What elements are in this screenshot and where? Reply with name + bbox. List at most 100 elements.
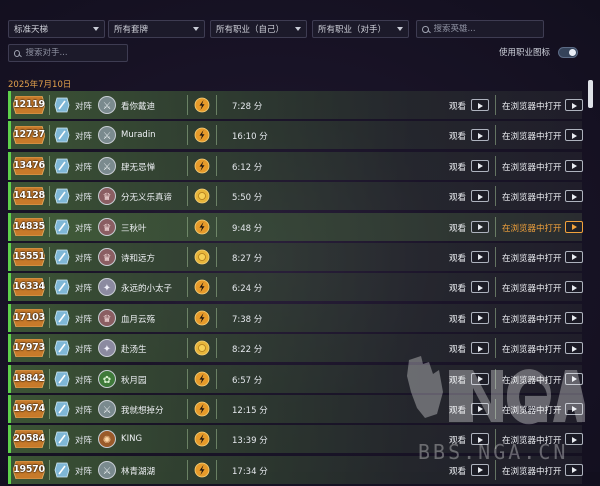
watch-label[interactable]: 观看 <box>449 282 466 294</box>
watch-play-button[interactable] <box>471 311 489 324</box>
divider <box>187 338 188 359</box>
open-in-browser-button[interactable] <box>565 190 583 203</box>
opponent-name[interactable]: 我就想掉分 <box>121 404 164 416</box>
opponent-name[interactable]: 肆无忌惮 <box>121 161 155 173</box>
opponent-name[interactable]: 永远的小太子 <box>121 282 172 294</box>
match-row[interactable]: 16334 对阵 ✦ 永远的小太子 6:24 分 观看 在浏览器中打开 <box>8 273 583 302</box>
open-in-browser-button[interactable] <box>565 463 583 476</box>
opponent-name[interactable]: 林青湖湖 <box>121 465 155 477</box>
match-row[interactable]: 12737 对阵 ⚔ Muradin 16:10 分 观看 在浏览器中打开 <box>8 121 583 150</box>
watch-label[interactable]: 观看 <box>449 404 466 416</box>
warrior-icon: ♛ <box>98 308 116 327</box>
opponent-name[interactable]: 分无义乐真谛 <box>121 191 172 203</box>
scrollbar[interactable] <box>588 78 594 472</box>
open-in-browser-label[interactable]: 在浏览器中打开 <box>502 374 562 386</box>
open-in-browser-button[interactable] <box>565 220 583 233</box>
watch-play-button[interactable] <box>471 99 489 111</box>
open-in-browser-label[interactable]: 在浏览器中打开 <box>502 313 562 325</box>
watch-play-button[interactable] <box>471 463 489 476</box>
open-in-browser-button[interactable] <box>565 311 583 324</box>
divider <box>187 186 188 207</box>
open-in-browser-label[interactable]: 在浏览器中打开 <box>502 161 562 173</box>
mode-dropdown[interactable]: 标准天梯 <box>8 20 105 38</box>
open-in-browser-button[interactable] <box>565 129 583 142</box>
watch-label[interactable]: 观看 <box>449 161 466 173</box>
win-icon <box>194 127 210 143</box>
watch-label[interactable]: 观看 <box>449 465 466 477</box>
opponent-name[interactable]: 血月云殇 <box>121 313 155 325</box>
open-in-browser-label[interactable]: 在浏览器中打开 <box>502 282 562 294</box>
svg-text:♛: ♛ <box>103 223 112 234</box>
opponent-name[interactable]: Muradin <box>121 130 156 140</box>
match-row[interactable]: 14128 对阵 ♛ 分无义乐真谛 5:50 分 观看 在浏览器中打开 <box>8 182 583 211</box>
watch-play-button[interactable] <box>471 129 489 142</box>
divider <box>49 307 50 328</box>
mage-icon: ✺ <box>98 430 116 449</box>
scroll-thumb[interactable] <box>588 80 593 108</box>
watch-play-button[interactable] <box>471 250 489 263</box>
open-in-browser-button[interactable] <box>565 402 583 415</box>
deck-dropdown[interactable]: 所有套牌 <box>108 20 205 38</box>
opponent-name[interactable]: 赴汤生 <box>121 343 147 355</box>
open-in-browser-label[interactable]: 在浏览器中打开 <box>502 343 562 355</box>
watch-play-button[interactable] <box>471 402 489 415</box>
match-row[interactable]: 14835 对阵 ♛ 三秋叶 9:48 分 观看 在浏览器中打开 <box>8 212 583 241</box>
opponent-search-input[interactable] <box>25 48 122 58</box>
open-in-browser-button[interactable] <box>565 159 583 172</box>
opponent-search[interactable] <box>8 44 128 62</box>
watch-play-button[interactable] <box>471 372 489 385</box>
match-row[interactable]: 19674 对阵 ⚔ 我就想掉分 12:15 分 观看 在浏览器中打开 <box>8 394 583 423</box>
watch-play-button[interactable] <box>471 159 489 172</box>
watch-label[interactable]: 观看 <box>449 252 466 264</box>
watch-label[interactable]: 观看 <box>449 343 466 355</box>
watch-play-button[interactable] <box>471 281 489 294</box>
opponent-name[interactable]: 秋月园 <box>121 374 147 386</box>
open-in-browser-label[interactable]: 在浏览器中打开 <box>502 191 562 203</box>
hero-search[interactable] <box>416 20 544 38</box>
watch-play-button[interactable] <box>471 342 489 355</box>
my-class-dropdown[interactable]: 所有职业（自己） <box>210 20 307 38</box>
match-row[interactable]: 13476 对阵 ⚔ 肆无忌惮 6:12 分 观看 在浏览器中打开 <box>8 151 583 180</box>
divider <box>187 368 188 389</box>
match-row[interactable]: 12119 对阵 ⚔ 看你戴迪 7:28 分 观看 在浏览器中打开 <box>8 91 583 119</box>
divider <box>216 307 217 328</box>
open-in-browser-label[interactable]: 在浏览器中打开 <box>502 100 562 112</box>
divider <box>187 155 188 176</box>
open-in-browser-button[interactable] <box>565 281 583 294</box>
watch-play-button[interactable] <box>471 190 489 203</box>
watch-label[interactable]: 观看 <box>449 374 466 386</box>
match-row[interactable]: 17973 对阵 ✦ 赴汤生 8:22 分 观看 在浏览器中打开 <box>8 334 583 363</box>
opp-class-dropdown[interactable]: 所有职业（对手） <box>312 20 409 38</box>
opponent-name[interactable]: 看你戴迪 <box>121 100 155 112</box>
svg-text:✦: ✦ <box>103 344 111 355</box>
match-row[interactable]: 18842 对阵 ✿ 秋月园 6:57 分 观看 在浏览器中打开 <box>8 364 583 393</box>
open-in-browser-label[interactable]: 在浏览器中打开 <box>502 130 562 142</box>
opponent-name[interactable]: 诗和远方 <box>121 252 155 264</box>
class-icon-toggle[interactable] <box>558 46 578 58</box>
opponent-name[interactable]: KING <box>121 434 142 444</box>
watch-label[interactable]: 观看 <box>449 191 466 203</box>
hero-search-input[interactable] <box>433 24 538 34</box>
open-in-browser-button[interactable] <box>565 342 583 355</box>
rank-badge: 15551 <box>13 247 45 266</box>
my-deck-icon <box>54 462 70 478</box>
match-row[interactable]: 17103 对阵 ♛ 血月云殇 7:38 分 观看 在浏览器中打开 <box>8 303 583 332</box>
open-in-browser-button[interactable] <box>565 99 583 111</box>
open-in-browser-label[interactable]: 在浏览器中打开 <box>502 222 562 234</box>
watch-label[interactable]: 观看 <box>449 222 466 234</box>
divider <box>49 95 50 115</box>
divider <box>49 155 50 176</box>
open-in-browser-label[interactable]: 在浏览器中打开 <box>502 465 562 477</box>
open-in-browser-button[interactable] <box>565 372 583 385</box>
chevron-down-icon <box>397 27 403 31</box>
watch-play-button[interactable] <box>471 220 489 233</box>
rank-badge: 18842 <box>13 369 45 388</box>
open-in-browser-label[interactable]: 在浏览器中打开 <box>502 252 562 264</box>
watch-label[interactable]: 观看 <box>449 130 466 142</box>
match-row[interactable]: 15551 对阵 ♛ 诗和远方 8:27 分 观看 在浏览器中打开 <box>8 242 583 271</box>
watch-label[interactable]: 观看 <box>449 313 466 325</box>
open-in-browser-button[interactable] <box>565 250 583 263</box>
watch-label[interactable]: 观看 <box>449 100 466 112</box>
opponent-name[interactable]: 三秋叶 <box>121 222 147 234</box>
open-in-browser-label[interactable]: 在浏览器中打开 <box>502 404 562 416</box>
